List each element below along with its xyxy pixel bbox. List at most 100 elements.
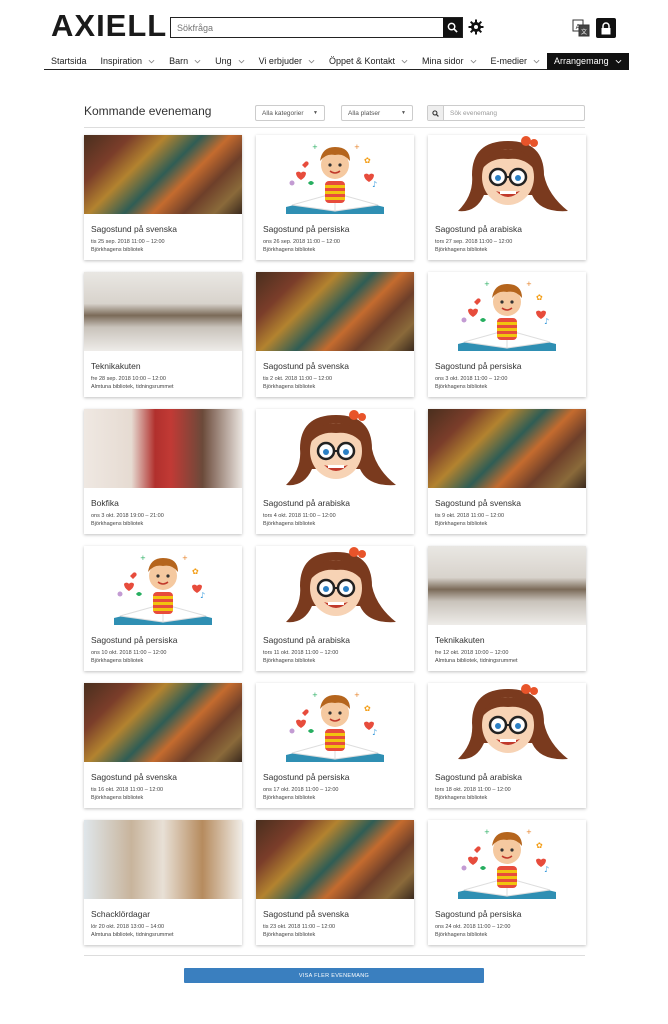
event-title[interactable]: Sagostund på svenska	[91, 224, 235, 234]
nav-item[interactable]: Öppet & Kontakt	[322, 53, 415, 70]
event-card[interactable]: Schacklördagar lör 20 okt. 2018 13:00 – …	[84, 820, 242, 945]
event-title[interactable]: Sagostund på svenska	[435, 498, 579, 508]
event-location: Björkhagens bibliotek	[263, 521, 316, 527]
event-date: ons 3 okt. 2018 11:00 – 12:00	[435, 376, 508, 382]
event-image[interactable]	[256, 409, 414, 488]
event-image[interactable]	[428, 546, 586, 625]
event-card[interactable]: ✿ ♪ + + Sagostund på persiska ons 17 okt…	[256, 683, 414, 808]
svg-text:✿: ✿	[364, 704, 371, 713]
event-image[interactable]	[84, 820, 242, 899]
event-card[interactable]: Sagostund på svenska tis 2 okt. 2018 11:…	[256, 272, 414, 397]
event-date: tis 16 okt. 2018 11:00 – 12:00	[91, 787, 164, 793]
event-card[interactable]: Sagostund på svenska tis 16 okt. 2018 11…	[84, 683, 242, 808]
translate-icon[interactable]: A 文	[572, 19, 590, 37]
storytime-boy-illustration: ✿ ♪ + +	[84, 546, 242, 625]
event-location: Björkhagens bibliotek	[263, 932, 316, 938]
nav-item[interactable]: Startsida	[44, 53, 94, 70]
gear-icon[interactable]	[468, 19, 484, 35]
event-date: tors 27 sep. 2018 11:00 – 12:00	[435, 239, 513, 245]
event-image[interactable]	[256, 546, 414, 625]
event-image[interactable]	[428, 409, 586, 488]
event-title[interactable]: Sagostund på svenska	[91, 772, 235, 782]
svg-text:+: +	[484, 280, 490, 288]
event-image[interactable]: ✿ ♪ + +	[256, 135, 414, 214]
place-filter[interactable]: Alla platser ▼	[341, 105, 413, 121]
nav-item[interactable]: Arrangemang	[547, 52, 629, 70]
event-card[interactable]: Sagostund på arabiska tors 27 sep. 2018 …	[428, 135, 586, 260]
event-title[interactable]: Sagostund på persiska	[263, 224, 407, 234]
event-title[interactable]: Sagostund på persiska	[91, 635, 235, 645]
site-search-input[interactable]	[171, 18, 443, 37]
event-card[interactable]: Sagostund på svenska tis 25 sep. 2018 11…	[84, 135, 242, 260]
category-filter[interactable]: Alla kategorier ▼	[255, 105, 325, 121]
event-card[interactable]: ✿ ♪ + + Sagostund på persiska ons 10 okt…	[84, 546, 242, 671]
event-image[interactable]	[428, 135, 586, 214]
event-image[interactable]	[256, 820, 414, 899]
event-card[interactable]: Sagostund på arabiska tors 11 okt. 2018 …	[256, 546, 414, 671]
event-image[interactable]	[256, 272, 414, 351]
svg-text:+: +	[354, 691, 360, 699]
event-card[interactable]: Sagostund på svenska tis 23 okt. 2018 11…	[256, 820, 414, 945]
nav-item[interactable]: Ung	[208, 53, 252, 70]
event-image[interactable]: ✿ ♪ + +	[428, 272, 586, 351]
nav-item-label: Barn	[169, 56, 189, 66]
event-title[interactable]: Sagostund på arabiska	[435, 772, 579, 782]
event-card[interactable]: Bokfika ons 3 okt. 2018 19:00 – 21:00 Bj…	[84, 409, 242, 534]
event-title[interactable]: Schacklördagar	[91, 909, 235, 919]
show-more-events-button[interactable]: VISA FLER EVENEMANG	[184, 968, 484, 983]
event-card[interactable]: Sagostund på arabiska tors 4 okt. 2018 1…	[256, 409, 414, 534]
event-image[interactable]	[84, 272, 242, 351]
storytime-girl-illustration	[428, 683, 586, 762]
svg-text:+: +	[526, 280, 532, 288]
event-card[interactable]: ✿ ♪ + + Sagostund på persiska ons 24 okt…	[428, 820, 586, 945]
event-card[interactable]: ✿ ♪ + + Sagostund på persiska ons 3 okt.…	[428, 272, 586, 397]
event-card[interactable]: Teknikakuten fre 28 sep. 2018 10:00 – 12…	[84, 272, 242, 397]
event-image[interactable]: ✿ ♪ + +	[84, 546, 242, 625]
event-image[interactable]	[84, 409, 242, 488]
nav-item[interactable]: E-medier	[484, 53, 548, 70]
event-location: Björkhagens bibliotek	[435, 384, 488, 390]
event-card[interactable]: Sagostund på svenska tis 9 okt. 2018 11:…	[428, 409, 586, 534]
event-title[interactable]: Sagostund på svenska	[263, 909, 407, 919]
event-image[interactable]	[428, 683, 586, 762]
axiell-logo[interactable]: AXIELL	[51, 8, 168, 43]
event-search-button[interactable]	[428, 106, 444, 120]
event-card[interactable]: Teknikakuten fre 12 okt. 2018 10:00 – 12…	[428, 546, 586, 671]
storytime-boy-illustration: ✿ ♪ + +	[428, 820, 586, 899]
svg-text:♪: ♪	[372, 180, 377, 189]
event-location: Björkhagens bibliotek	[263, 384, 316, 390]
chevron-down-icon	[533, 59, 540, 63]
event-title[interactable]: Teknikakuten	[91, 361, 235, 371]
nav-item[interactable]: Mina sidor	[415, 53, 484, 70]
nav-item[interactable]: Barn	[162, 53, 208, 70]
nav-item-label: Ung	[215, 56, 232, 66]
event-image[interactable]: ✿ ♪ + +	[256, 683, 414, 762]
logo-text: AXIELL	[51, 8, 168, 43]
event-location: Björkhagens bibliotek	[91, 247, 144, 253]
nav-item-label: Öppet & Kontakt	[328, 56, 396, 66]
event-search-input[interactable]: Sök evenemang	[444, 106, 497, 120]
site-search-button[interactable]	[443, 18, 462, 37]
event-title[interactable]: Sagostund på persiska	[435, 909, 579, 919]
event-title[interactable]: Teknikakuten	[435, 635, 579, 645]
event-image[interactable]	[84, 683, 242, 762]
event-title[interactable]: Sagostund på arabiska	[263, 498, 407, 508]
event-title[interactable]: Bokfika	[91, 498, 235, 508]
event-card[interactable]: ✿ ♪ + + Sagostund på persiska ons 26 sep…	[256, 135, 414, 260]
event-title[interactable]: Sagostund på persiska	[435, 361, 579, 371]
event-title[interactable]: Sagostund på persiska	[263, 772, 407, 782]
event-card[interactable]: Sagostund på arabiska tors 18 okt. 2018 …	[428, 683, 586, 808]
nav-item[interactable]: Inspiration	[94, 53, 163, 70]
login-button[interactable]	[596, 18, 616, 38]
svg-text:A: A	[576, 24, 581, 31]
event-title[interactable]: Sagostund på arabiska	[263, 635, 407, 645]
event-title[interactable]: Sagostund på svenska	[263, 361, 407, 371]
event-location: Björkhagens bibliotek	[435, 247, 488, 253]
event-title[interactable]: Sagostund på arabiska	[435, 224, 579, 234]
nav-item[interactable]: Vi erbjuder	[252, 53, 322, 70]
event-image[interactable]: ✿ ♪ + +	[428, 820, 586, 899]
event-image[interactable]	[84, 135, 242, 214]
svg-text:+: +	[484, 828, 490, 836]
event-date: lör 20 okt. 2018 13:00 – 14:00	[91, 924, 165, 930]
chevron-down-icon	[148, 59, 155, 63]
